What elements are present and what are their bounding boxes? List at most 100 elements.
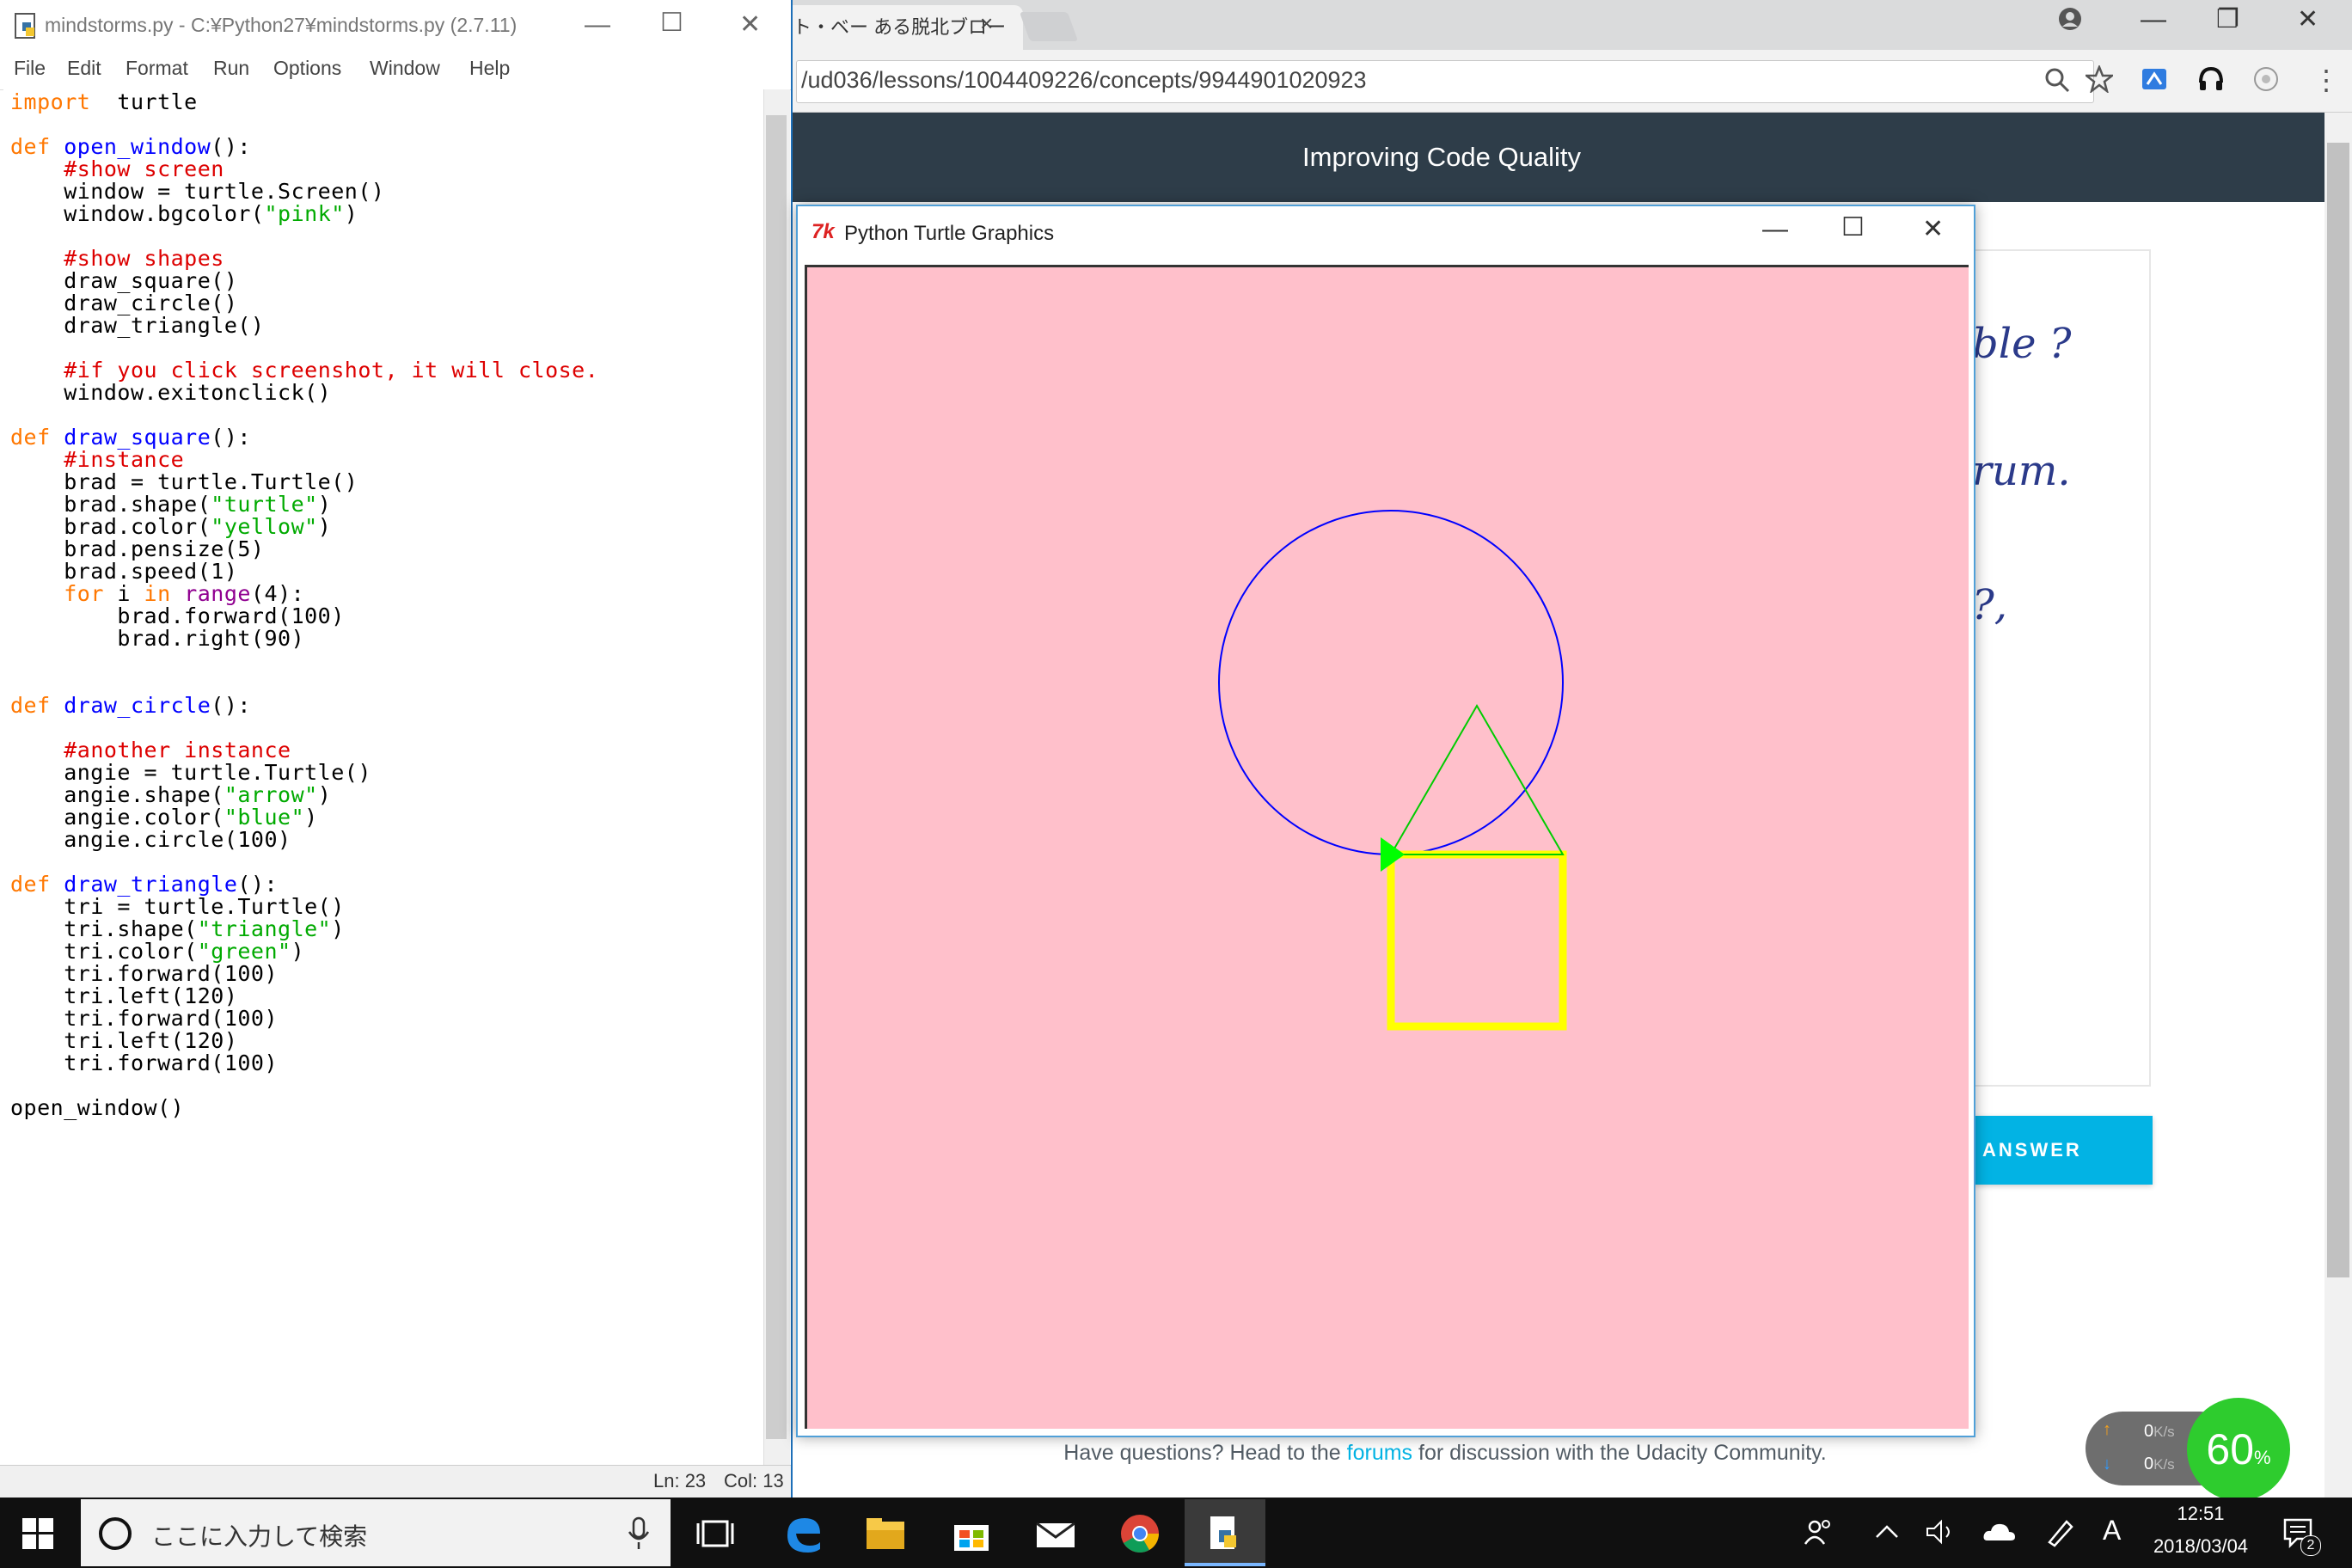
code-token: def [10,134,51,159]
onedrive-icon[interactable] [1982,1520,2017,1544]
percent-value: 60 [2206,1425,2255,1473]
memory-percent-badge[interactable]: 60% [2187,1398,2290,1501]
menu-options[interactable]: Options [273,57,341,80]
code-line: tri.color("green") [10,940,304,963]
code-line: import turtle [10,91,198,113]
menu-format[interactable]: Format [126,57,188,80]
chrome-tab-close-icon[interactable]: × [980,10,993,37]
code-token: turtle [90,89,198,114]
code-token: #another instance [64,738,291,763]
extension-icon[interactable] [2141,65,2168,93]
code-line: #if you click screenshot, it will close. [10,359,598,382]
turtle-drawing [1218,510,1567,1031]
code-token: "yellow" [211,514,318,539]
chrome-new-tab-button[interactable] [1019,12,1079,41]
turtle-close-icon[interactable]: ✕ [1922,217,1944,242]
code-line: window.exitonclick() [10,382,331,404]
answer-button[interactable]: ANSWER [1974,1116,2153,1185]
code-line: brad.color("yellow") [10,516,331,538]
chrome-restore-icon[interactable]: ❐ [2216,7,2239,33]
windows-start-icon[interactable] [22,1518,53,1549]
code-token: brad = turtle.Turtle() [10,469,358,494]
code-editor[interactable]: import turtle def open_window(): #show sc… [3,89,763,1465]
mail-icon[interactable] [1028,1506,1083,1561]
idle-maximize-icon[interactable]: ☐ [660,10,683,36]
code-token: (): [237,872,279,897]
upload-unit: K/s [2153,1424,2175,1440]
zoom-icon[interactable] [2044,67,2070,93]
blue-circle [1218,510,1564,855]
forums-link[interactable]: forums [1347,1441,1412,1465]
code-token: #if you click screenshot, it will close. [64,358,599,383]
taskbar-search-placeholder[interactable]: ここに入力して検索 [151,1518,367,1553]
chrome-minimize-icon[interactable]: — [2141,7,2166,33]
code-line: for i in range(4): [10,583,304,605]
upload-speed: 0K/s [2144,1422,2175,1442]
pen-ink-icon[interactable] [2044,1515,2077,1547]
code-line: brad.speed(1) [10,560,237,583]
menu-edit[interactable]: Edit [67,57,101,80]
clock-date[interactable]: 2018/03/04 [2132,1535,2269,1558]
tray-chevron-up-icon[interactable] [1874,1522,1900,1542]
people-icon[interactable] [1804,1516,1834,1547]
code-token: tri.shape( [10,916,198,941]
headphones-icon[interactable] [2197,65,2225,93]
code-line: window = turtle.Screen() [10,181,384,203]
code-token: brad.shape( [10,492,211,517]
code-token: in [144,581,171,606]
idle-close-icon[interactable]: ✕ [739,12,761,38]
download-unit: K/s [2153,1456,2175,1473]
page-scroll-thumb[interactable] [2327,143,2349,1277]
edge-icon[interactable] [775,1506,830,1561]
code-token: tri.forward(100) [10,1050,279,1075]
turtle-maximize-icon[interactable]: ☐ [1841,215,1865,241]
code-token: angie.circle(100) [10,827,291,852]
code-token: draw_circle() [10,291,238,315]
code-token: (): [211,134,251,159]
menu-help[interactable]: Help [469,57,510,80]
code-token: ) [344,201,358,226]
menu-run[interactable]: Run [213,57,249,80]
chrome-icon[interactable] [1112,1506,1167,1561]
chrome-menu-icon[interactable]: ⋮ [2312,64,2340,96]
code-line: draw_triangle() [10,315,264,337]
menu-window[interactable]: Window [370,57,440,80]
profile-icon[interactable] [2058,7,2082,31]
lesson-title: Improving Code Quality [1302,142,1581,172]
code-line: tri.forward(100) [10,1052,278,1075]
store-icon[interactable] [944,1506,999,1561]
turtle-window-title: Python Turtle Graphics [844,222,1055,245]
notification-count-badge: 2 [2300,1535,2321,1556]
ime-indicator[interactable]: A [2103,1515,2121,1547]
code-token: "triangle" [197,916,332,941]
quiz-handwriting-line: rum. [1972,447,2071,495]
code-line: def draw_square(): [10,426,251,449]
editor-scroll-thumb[interactable] [766,115,787,1439]
bookmark-star-icon[interactable] [2086,65,2113,93]
chrome-close-icon[interactable]: ✕ [2297,7,2318,33]
code-token: (): [211,425,251,450]
microphone-icon[interactable] [628,1516,650,1551]
turtle-minimize-icon[interactable]: — [1762,217,1788,242]
idle-minimize-icon[interactable]: — [585,12,610,38]
code-line: #show shapes [10,248,224,270]
python-file-icon [15,13,35,39]
code-token: def [10,425,51,450]
file-explorer-icon[interactable] [858,1506,913,1561]
menu-file[interactable]: File [14,57,46,80]
code-token: import [10,89,91,114]
task-view-icon[interactable] [688,1506,743,1561]
quiz-handwriting-line: ble ? [1972,320,2072,368]
forum-suffix: for discussion with the Udacity Communit… [1412,1441,1827,1465]
code-token: range [184,581,251,606]
code-token: draw_square() [10,268,238,293]
code-token: angie.color( [10,805,224,830]
url-text[interactable]: /ud036/lessons/1004409226/concepts/99449… [801,67,1367,94]
volume-icon[interactable] [1926,1518,1957,1546]
extension-circle-icon[interactable] [2252,65,2280,93]
cortana-icon[interactable] [96,1515,134,1553]
code-line: def draw_circle(): [10,695,251,717]
percent-sign: % [2254,1447,2271,1468]
clock-time[interactable]: 12:51 [2149,1503,2252,1525]
